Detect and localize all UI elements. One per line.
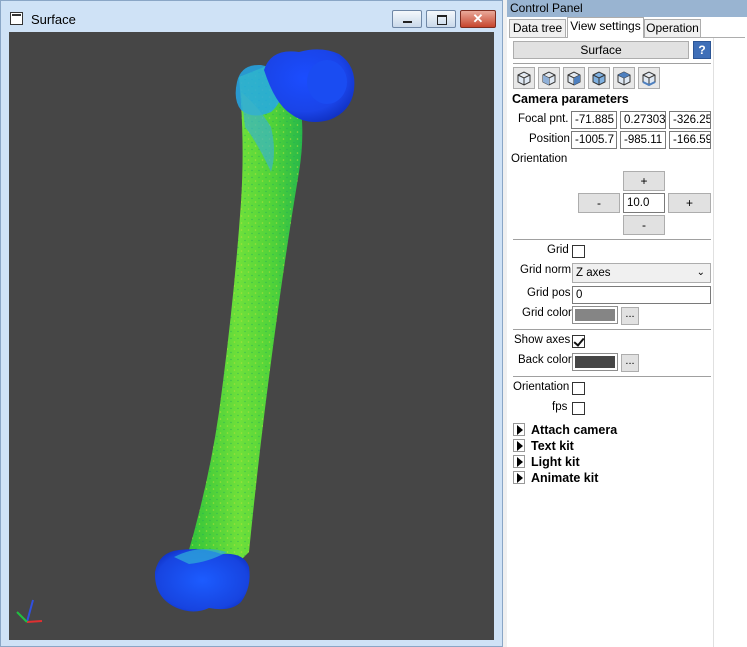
control-panel-titlebar[interactable]: Control Panel bbox=[507, 0, 747, 17]
back-color-label: Back color bbox=[518, 354, 572, 366]
tab-view-settings[interactable]: View settings bbox=[567, 17, 644, 38]
minimize-button[interactable] bbox=[392, 10, 422, 28]
view-top-icon bbox=[617, 71, 631, 86]
close-button[interactable]: ✕ bbox=[460, 10, 496, 28]
surface-object-button[interactable]: Surface bbox=[513, 41, 689, 59]
surface-window: Surface ✕ bbox=[0, 0, 503, 647]
attach-camera-label: Attach camera bbox=[531, 423, 618, 437]
rotate-left-button[interactable]: - bbox=[578, 193, 620, 213]
orientation-checkbox[interactable] bbox=[572, 382, 585, 395]
3d-viewport[interactable] bbox=[9, 32, 494, 640]
grid-color-picker-button[interactable]: ... bbox=[621, 307, 639, 325]
rotate-right-button[interactable]: + bbox=[668, 193, 711, 213]
z-axis bbox=[26, 599, 34, 623]
back-color-swatch[interactable] bbox=[572, 353, 618, 371]
back-color-fill bbox=[575, 356, 615, 368]
chevron-down-icon: ⌄ bbox=[696, 267, 705, 278]
fps-label: fps bbox=[552, 401, 568, 413]
grid-norm-value: Z axes bbox=[576, 267, 611, 279]
expand-arrow-icon bbox=[513, 455, 525, 468]
bone-texture bbox=[187, 57, 303, 569]
text-kit-label: Text kit bbox=[531, 439, 574, 453]
view-right-icon bbox=[592, 71, 606, 86]
panel-divider bbox=[713, 38, 714, 647]
separator bbox=[513, 329, 711, 330]
view-front-button[interactable] bbox=[513, 67, 535, 89]
femoral-head-cap bbox=[307, 60, 347, 104]
window-icon bbox=[10, 12, 23, 25]
maximize-button[interactable] bbox=[426, 10, 456, 28]
grid-label: Grid bbox=[547, 244, 569, 256]
camera-parameters-heading: Camera parameters bbox=[512, 92, 629, 106]
grid-color-fill bbox=[575, 309, 615, 321]
view-top-button[interactable] bbox=[613, 67, 635, 89]
rotation-step-field[interactable]: 10.0 bbox=[623, 193, 665, 213]
surface-titlebar[interactable]: Surface ✕ bbox=[1, 1, 502, 31]
grid-color-swatch[interactable] bbox=[572, 306, 618, 324]
view-front-icon bbox=[517, 71, 531, 86]
grid-color-label: Grid color bbox=[522, 307, 572, 319]
bone-surface-render[interactable] bbox=[9, 32, 494, 640]
y-axis bbox=[16, 611, 28, 623]
focal-point-label: Focal pnt. bbox=[518, 113, 569, 125]
show-axes-checkbox[interactable] bbox=[572, 335, 585, 348]
fps-checkbox[interactable] bbox=[572, 402, 585, 415]
view-right-button[interactable] bbox=[588, 67, 610, 89]
view-left-icon bbox=[567, 71, 581, 86]
rotate-down-button[interactable]: - bbox=[623, 215, 665, 235]
surface-window-title: Surface bbox=[31, 12, 76, 27]
light-kit-label: Light kit bbox=[531, 455, 580, 469]
x-axis bbox=[26, 620, 43, 623]
control-panel: Control Panel Data tree View settings Op… bbox=[507, 0, 747, 647]
grid-norm-select[interactable]: Z axes ⌄ bbox=[572, 263, 711, 283]
show-axes-label: Show axes bbox=[514, 334, 571, 346]
animate-kit-label: Animate kit bbox=[531, 471, 599, 485]
rotate-up-button[interactable]: + bbox=[623, 171, 665, 191]
maximize-icon bbox=[437, 15, 447, 25]
view-back-button[interactable] bbox=[538, 67, 560, 89]
expand-arrow-icon bbox=[513, 471, 525, 484]
check-icon bbox=[573, 335, 585, 347]
minimize-icon bbox=[403, 21, 412, 23]
position-y-field[interactable]: -985.11 bbox=[620, 131, 666, 149]
grid-norm-label: Grid norm bbox=[520, 264, 572, 276]
light-kit-expander[interactable]: Light kit bbox=[513, 455, 580, 469]
grid-pos-field[interactable]: 0 bbox=[572, 286, 711, 304]
separator bbox=[513, 239, 711, 240]
back-color-picker-button[interactable]: ... bbox=[621, 354, 639, 372]
position-x-field[interactable]: -1005.7 bbox=[571, 131, 617, 149]
position-z-field[interactable]: -166.59 bbox=[669, 131, 711, 149]
separator bbox=[513, 376, 711, 377]
focal-y-field[interactable]: 0.27303 bbox=[620, 111, 666, 129]
help-button[interactable]: ? bbox=[693, 41, 711, 59]
view-bottom-button[interactable] bbox=[638, 67, 660, 89]
attach-camera-expander[interactable]: Attach camera bbox=[513, 423, 617, 437]
tab-data-tree[interactable]: Data tree bbox=[509, 19, 566, 37]
orientation-label: Orientation bbox=[513, 381, 570, 393]
expand-arrow-icon bbox=[513, 423, 525, 436]
separator bbox=[513, 63, 711, 64]
expand-arrow-icon bbox=[513, 439, 525, 452]
animate-kit-expander[interactable]: Animate kit bbox=[513, 471, 598, 485]
axes-triad bbox=[16, 599, 43, 623]
control-panel-tabs: Data tree View settings Operation bbox=[507, 17, 747, 38]
grid-pos-label: Grid pos bbox=[527, 287, 571, 299]
tab-operation[interactable]: Operation bbox=[644, 19, 701, 37]
control-panel-title: Control Panel bbox=[510, 1, 583, 15]
close-icon: ✕ bbox=[472, 11, 484, 26]
view-bottom-icon bbox=[642, 71, 656, 87]
focal-x-field[interactable]: -71.885 bbox=[571, 111, 617, 129]
orientation-heading: Orientation bbox=[511, 153, 568, 165]
position-label: Position bbox=[529, 133, 570, 145]
grid-checkbox[interactable] bbox=[572, 245, 585, 258]
focal-z-field[interactable]: -326.25 bbox=[669, 111, 711, 129]
text-kit-expander[interactable]: Text kit bbox=[513, 439, 574, 453]
view-left-button[interactable] bbox=[563, 67, 585, 89]
view-back-icon bbox=[542, 71, 556, 86]
